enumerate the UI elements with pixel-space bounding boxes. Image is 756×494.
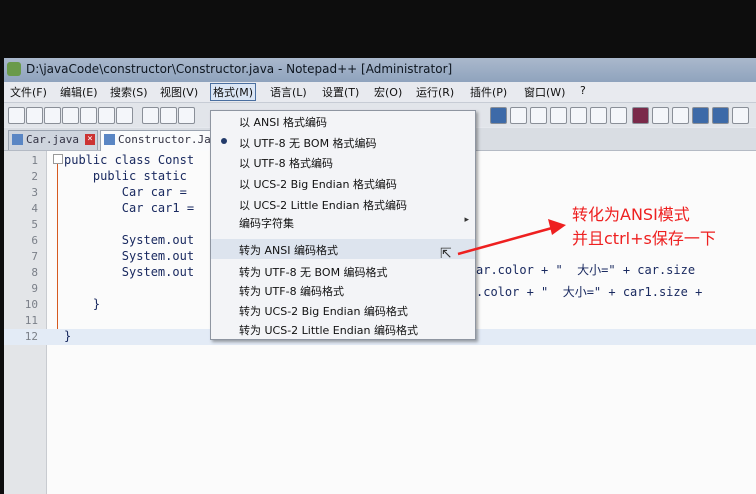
annotation-note: 转化为ANSI模式 并且ctrl+s保存一下: [572, 203, 756, 251]
annotation-line-2: 并且ctrl+s保存一下: [572, 229, 716, 248]
annotation-line-1: 转化为ANSI模式: [572, 205, 690, 224]
